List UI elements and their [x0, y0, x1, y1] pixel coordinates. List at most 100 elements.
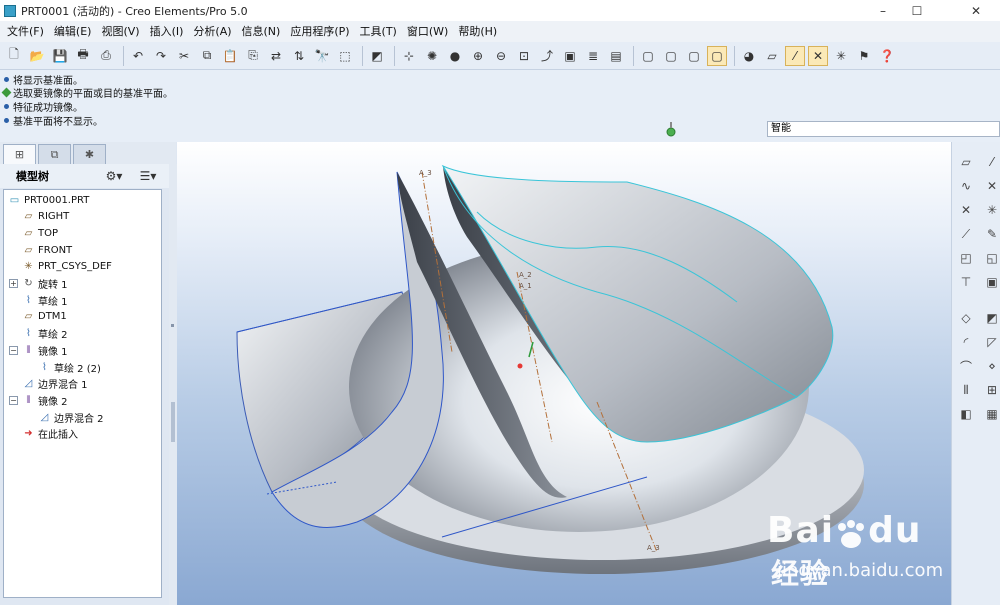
- paste-icon[interactable]: 📋: [220, 46, 240, 66]
- analysis-feature-icon[interactable]: ⟋: [956, 224, 976, 244]
- tree-item[interactable]: ▱ TOP: [22, 225, 58, 241]
- merge-icon[interactable]: ⊞: [982, 380, 1000, 400]
- zoom-in-icon[interactable]: ⊕: [468, 46, 488, 66]
- mirror-tool-icon[interactable]: ⫴: [956, 380, 976, 400]
- tree-item-label: 镜像 1: [38, 346, 68, 358]
- save-icon[interactable]: 💾: [50, 46, 70, 66]
- point-display-icon[interactable]: ✕: [808, 45, 828, 66]
- redo-icon[interactable]: ↷: [151, 46, 171, 66]
- tree-item[interactable]: ◿ 边界混合 1: [22, 376, 88, 392]
- menu-item[interactable]: 文件(F): [2, 21, 49, 42]
- tree-item[interactable]: + ↻ 旋转 1: [9, 276, 68, 292]
- csys-tool-icon[interactable]: ✳: [982, 200, 1000, 220]
- context-help-icon[interactable]: ❓: [877, 46, 897, 66]
- folder-browser-tab[interactable]: ⧉: [38, 144, 71, 164]
- tree-item[interactable]: ▱ DTM1: [22, 309, 67, 325]
- collapse-icon[interactable]: −: [9, 345, 18, 355]
- tree-item[interactable]: ⌇ 草绘 1: [22, 292, 68, 308]
- datum-curve-tool-icon[interactable]: ∿: [956, 176, 976, 196]
- graphics-window[interactable]: A_3 A_2 A_1 A_3 Bai du经验 jingyan.baidu.c…: [177, 142, 951, 605]
- datum-point-tool-icon[interactable]: ✕: [982, 176, 1000, 196]
- cut-icon[interactable]: ✂: [174, 46, 194, 66]
- favorites-tab[interactable]: ✱: [73, 144, 106, 164]
- trim-icon[interactable]: ◧: [956, 404, 976, 424]
- selection-filter[interactable]: 智能: [767, 121, 1000, 137]
- model-tree-tab[interactable]: ⊞: [3, 144, 36, 164]
- refit-icon[interactable]: ⊡: [514, 46, 534, 66]
- hidden-line-icon[interactable]: ▢: [661, 46, 681, 66]
- tree-item[interactable]: ➜ 在此插入: [22, 426, 78, 442]
- enhanced-realism-icon[interactable]: ◕: [739, 46, 759, 66]
- layers-icon[interactable]: ≣: [583, 46, 603, 66]
- send-icon[interactable]: ⎙: [96, 46, 116, 66]
- tree-item[interactable]: ⌇ 草绘 2 (2): [38, 359, 101, 375]
- menu-item[interactable]: 应用程序(P): [285, 21, 354, 42]
- find-icon[interactable]: 🔭: [312, 46, 332, 66]
- no-hidden-icon[interactable]: ▢: [684, 46, 704, 66]
- chamfer-tool-icon[interactable]: ◸: [982, 332, 1000, 352]
- copy-icon[interactable]: ⧉: [197, 46, 217, 66]
- collapse-icon[interactable]: −: [9, 395, 18, 405]
- tree-show-icon[interactable]: ☰▾: [134, 167, 162, 185]
- tree-item[interactable]: ⌇ 草绘 2: [22, 326, 68, 342]
- menu-item[interactable]: 工具(T): [355, 21, 402, 42]
- appearance-icon[interactable]: ●: [445, 46, 465, 66]
- tree-settings-icon[interactable]: ⚙▾: [100, 167, 128, 185]
- extrude-tool-icon[interactable]: ◰: [956, 248, 976, 268]
- tree-item[interactable]: − ⫴ 镜像 1: [9, 342, 68, 358]
- rib-tool-icon[interactable]: ◇: [956, 308, 976, 328]
- zoom-out-icon[interactable]: ⊖: [491, 46, 511, 66]
- sketch-tool-icon[interactable]: ✎: [982, 224, 1000, 244]
- close-button[interactable]: ✕: [952, 0, 1000, 21]
- reorient-icon[interactable]: ⤴: [537, 46, 557, 66]
- shading-icon[interactable]: ▢: [707, 45, 727, 66]
- regenerate-icon[interactable]: ⇄: [266, 46, 286, 66]
- spin-center-icon[interactable]: ⊹: [399, 46, 419, 66]
- paste-special-icon[interactable]: ⎘: [243, 46, 263, 66]
- regen-manager-icon[interactable]: ⇅: [289, 46, 309, 66]
- view-manager-icon[interactable]: ▤: [606, 46, 626, 66]
- datum-axis-display-icon[interactable]: ⁄: [785, 45, 805, 66]
- tree-item[interactable]: ✳ PRT_CSYS_DEF: [22, 259, 112, 275]
- minimize-button[interactable]: –: [866, 0, 900, 21]
- orient-mode-icon[interactable]: ✺: [422, 46, 442, 66]
- draft-tool-icon[interactable]: ◩: [982, 308, 1000, 328]
- select-box-icon[interactable]: ⬚: [335, 46, 355, 66]
- menu-item[interactable]: 插入(I): [145, 21, 189, 42]
- new-icon[interactable]: 🗋: [4, 46, 24, 66]
- wireframe-icon[interactable]: ▢: [638, 46, 658, 66]
- shell-tool-icon[interactable]: ▣: [982, 272, 1000, 292]
- round-tool-icon[interactable]: ◜: [956, 332, 976, 352]
- expand-icon[interactable]: +: [9, 279, 18, 288]
- tree-item[interactable]: − ⫴ 镜像 2: [9, 392, 68, 408]
- tree-item[interactable]: ▭ PRT0001.PRT: [8, 192, 90, 208]
- offset-point-icon[interactable]: ✕: [956, 200, 976, 220]
- datum-axis-tool-icon[interactable]: ⁄: [982, 152, 1000, 172]
- menu-item[interactable]: 编辑(E): [49, 21, 97, 42]
- sweep-icon[interactable]: ⌒: [956, 356, 976, 376]
- datum-plane-display-icon[interactable]: ▱: [762, 46, 782, 66]
- tree-item[interactable]: ▱ RIGHT: [22, 209, 70, 225]
- blend-icon[interactable]: ⋄: [982, 356, 1000, 376]
- tree-item-label: PRT0001.PRT: [24, 194, 90, 206]
- pattern-icon[interactable]: ▦: [982, 404, 1000, 424]
- csys-display-icon[interactable]: ✳: [831, 46, 851, 66]
- tree-item[interactable]: ▱ FRONT: [22, 242, 73, 258]
- revolve-tool-icon[interactable]: ◱: [982, 248, 1000, 268]
- undo-icon[interactable]: ↶: [128, 46, 148, 66]
- annotation-display-icon[interactable]: ⚑: [854, 46, 874, 66]
- maximize-button[interactable]: ☐: [900, 0, 934, 21]
- open-icon[interactable]: 📂: [27, 46, 47, 66]
- menu-item[interactable]: 窗口(W): [402, 21, 453, 42]
- panel-splitter[interactable]: [169, 164, 177, 605]
- menu-item[interactable]: 信息(N): [237, 21, 286, 42]
- print-icon[interactable]: 🖶: [73, 46, 93, 66]
- tree-item[interactable]: ◿ 边界混合 2: [38, 409, 104, 425]
- menu-item[interactable]: 分析(A): [188, 21, 236, 42]
- menu-item[interactable]: 视图(V): [96, 21, 144, 42]
- hole-tool-icon[interactable]: ⊤: [956, 272, 976, 292]
- datum-plane-tool-icon[interactable]: ▱: [956, 152, 976, 172]
- menu-item[interactable]: 帮助(H): [453, 21, 502, 42]
- saved-views-icon[interactable]: ▣: [560, 46, 580, 66]
- repaint-icon[interactable]: ◩: [367, 46, 387, 66]
